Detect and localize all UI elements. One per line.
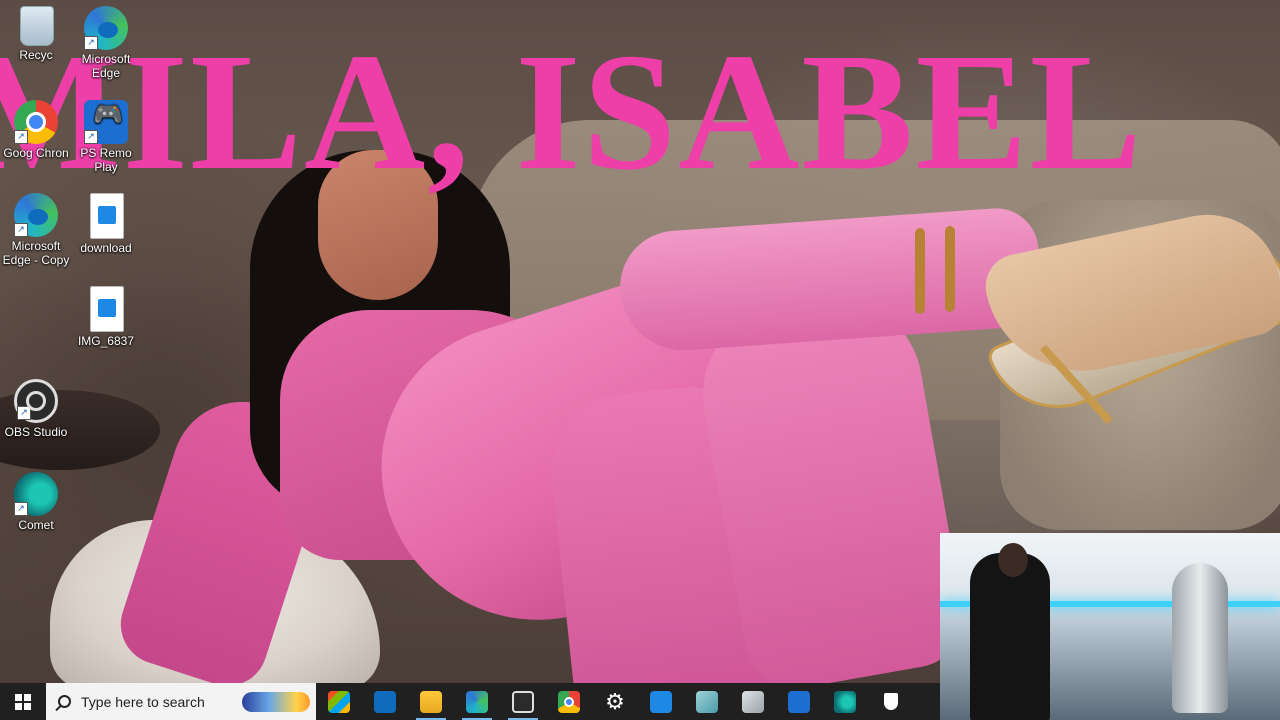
- taskbar-search[interactable]: [46, 683, 316, 720]
- edge-icon: [466, 690, 488, 713]
- search-highlight-icon: [242, 692, 310, 712]
- taskbar-app-security[interactable]: [868, 683, 914, 720]
- start-button[interactable]: [0, 683, 46, 720]
- video-icon: [650, 690, 672, 713]
- webcam-overlay: [940, 533, 1280, 720]
- desktop-icon-ps-remote-play[interactable]: ↗ PS Remo Play: [70, 100, 142, 174]
- wallpaper-figure-face: [318, 150, 438, 300]
- mail-icon: [374, 690, 396, 713]
- obs-icon: ↗: [14, 379, 58, 423]
- windows-logo-icon: [15, 693, 31, 710]
- webcam-person: [970, 553, 1050, 720]
- shortcut-arrow-icon: ↗: [14, 130, 28, 144]
- obs-icon: [512, 690, 534, 713]
- shield-icon: [880, 691, 902, 713]
- image-file-icon: [90, 193, 124, 239]
- taskbar-app-settings[interactable]: ⚙: [592, 683, 638, 720]
- taskbar-app-ps-remote-play[interactable]: [776, 683, 822, 720]
- desktop-icon-recycle-bin[interactable]: Recyc: [0, 6, 72, 62]
- app-icon: [696, 690, 718, 713]
- gear-icon: ⚙: [605, 688, 625, 714]
- shortcut-arrow-icon: ↗: [17, 406, 31, 420]
- store-icon: [328, 690, 350, 713]
- desktop-icon-label: IMG_6837: [77, 334, 135, 348]
- taskbar: ⚙: [0, 683, 940, 720]
- wallpaper-shoe-strap: [915, 228, 925, 314]
- video-file-icon: [90, 286, 124, 332]
- desktop-icon-label: Microsoft Edge - Copy: [2, 239, 70, 267]
- app-icon: [742, 690, 764, 713]
- shortcut-arrow-icon: ↗: [14, 223, 28, 237]
- desktop-icon-comet[interactable]: ↗ Comet: [0, 472, 72, 532]
- desktop-icon-download[interactable]: download: [70, 193, 142, 255]
- webcam-person-head: [998, 543, 1028, 577]
- taskbar-app-mail[interactable]: [362, 683, 408, 720]
- edge-icon: ↗: [14, 193, 58, 237]
- taskbar-app-video[interactable]: [638, 683, 684, 720]
- desktop-icon-chrome[interactable]: ↗ Goog Chron: [0, 100, 72, 160]
- desktop-icon-label: Recyc: [19, 48, 53, 62]
- desktop-icon-label: Microsoft Edge: [81, 52, 131, 80]
- desktop-icon-label: download: [80, 241, 132, 255]
- shortcut-arrow-icon: ↗: [84, 130, 98, 144]
- taskbar-app-edge[interactable]: [454, 683, 500, 720]
- ps-remote-play-icon: [788, 690, 810, 713]
- taskbar-app-1[interactable]: [684, 683, 730, 720]
- taskbar-app-comet[interactable]: [822, 683, 868, 720]
- desktop-icon-edge[interactable]: ↗ Microsoft Edge: [70, 6, 142, 80]
- taskbar-app-file-explorer[interactable]: [408, 683, 454, 720]
- webcam-microphone: [1172, 563, 1228, 713]
- desktop-icon-label: Comet: [18, 518, 54, 532]
- desktop-icon-label: OBS Studio: [4, 425, 68, 439]
- chrome-icon: [558, 690, 580, 713]
- desktop-icon-label: PS Remo Play: [80, 146, 132, 174]
- desktop-icon-edge-copy[interactable]: ↗ Microsoft Edge - Copy: [0, 193, 72, 267]
- desktop-icon-obs-studio[interactable]: ↗ OBS Studio: [0, 379, 72, 439]
- comet-icon: [834, 690, 856, 713]
- shortcut-arrow-icon: ↗: [84, 36, 98, 50]
- comet-icon: ↗: [14, 472, 58, 516]
- taskbar-app-2[interactable]: [730, 683, 776, 720]
- edge-icon: ↗: [84, 6, 128, 50]
- wallpaper-shoe-strap: [945, 226, 955, 312]
- taskbar-app-chrome[interactable]: [546, 683, 592, 720]
- chrome-icon: ↗: [14, 100, 58, 144]
- recycle-bin-icon: [20, 6, 54, 46]
- shortcut-arrow-icon: ↗: [14, 502, 28, 516]
- search-icon: [58, 695, 71, 708]
- folder-icon: [420, 690, 442, 713]
- ps-remote-play-icon: ↗: [84, 100, 128, 144]
- taskbar-app-store[interactable]: [316, 683, 362, 720]
- desktop-icon-img-6837[interactable]: IMG_6837: [70, 286, 142, 348]
- taskbar-app-obs[interactable]: [500, 683, 546, 720]
- desktop-icon-label: Goog Chron: [3, 146, 69, 160]
